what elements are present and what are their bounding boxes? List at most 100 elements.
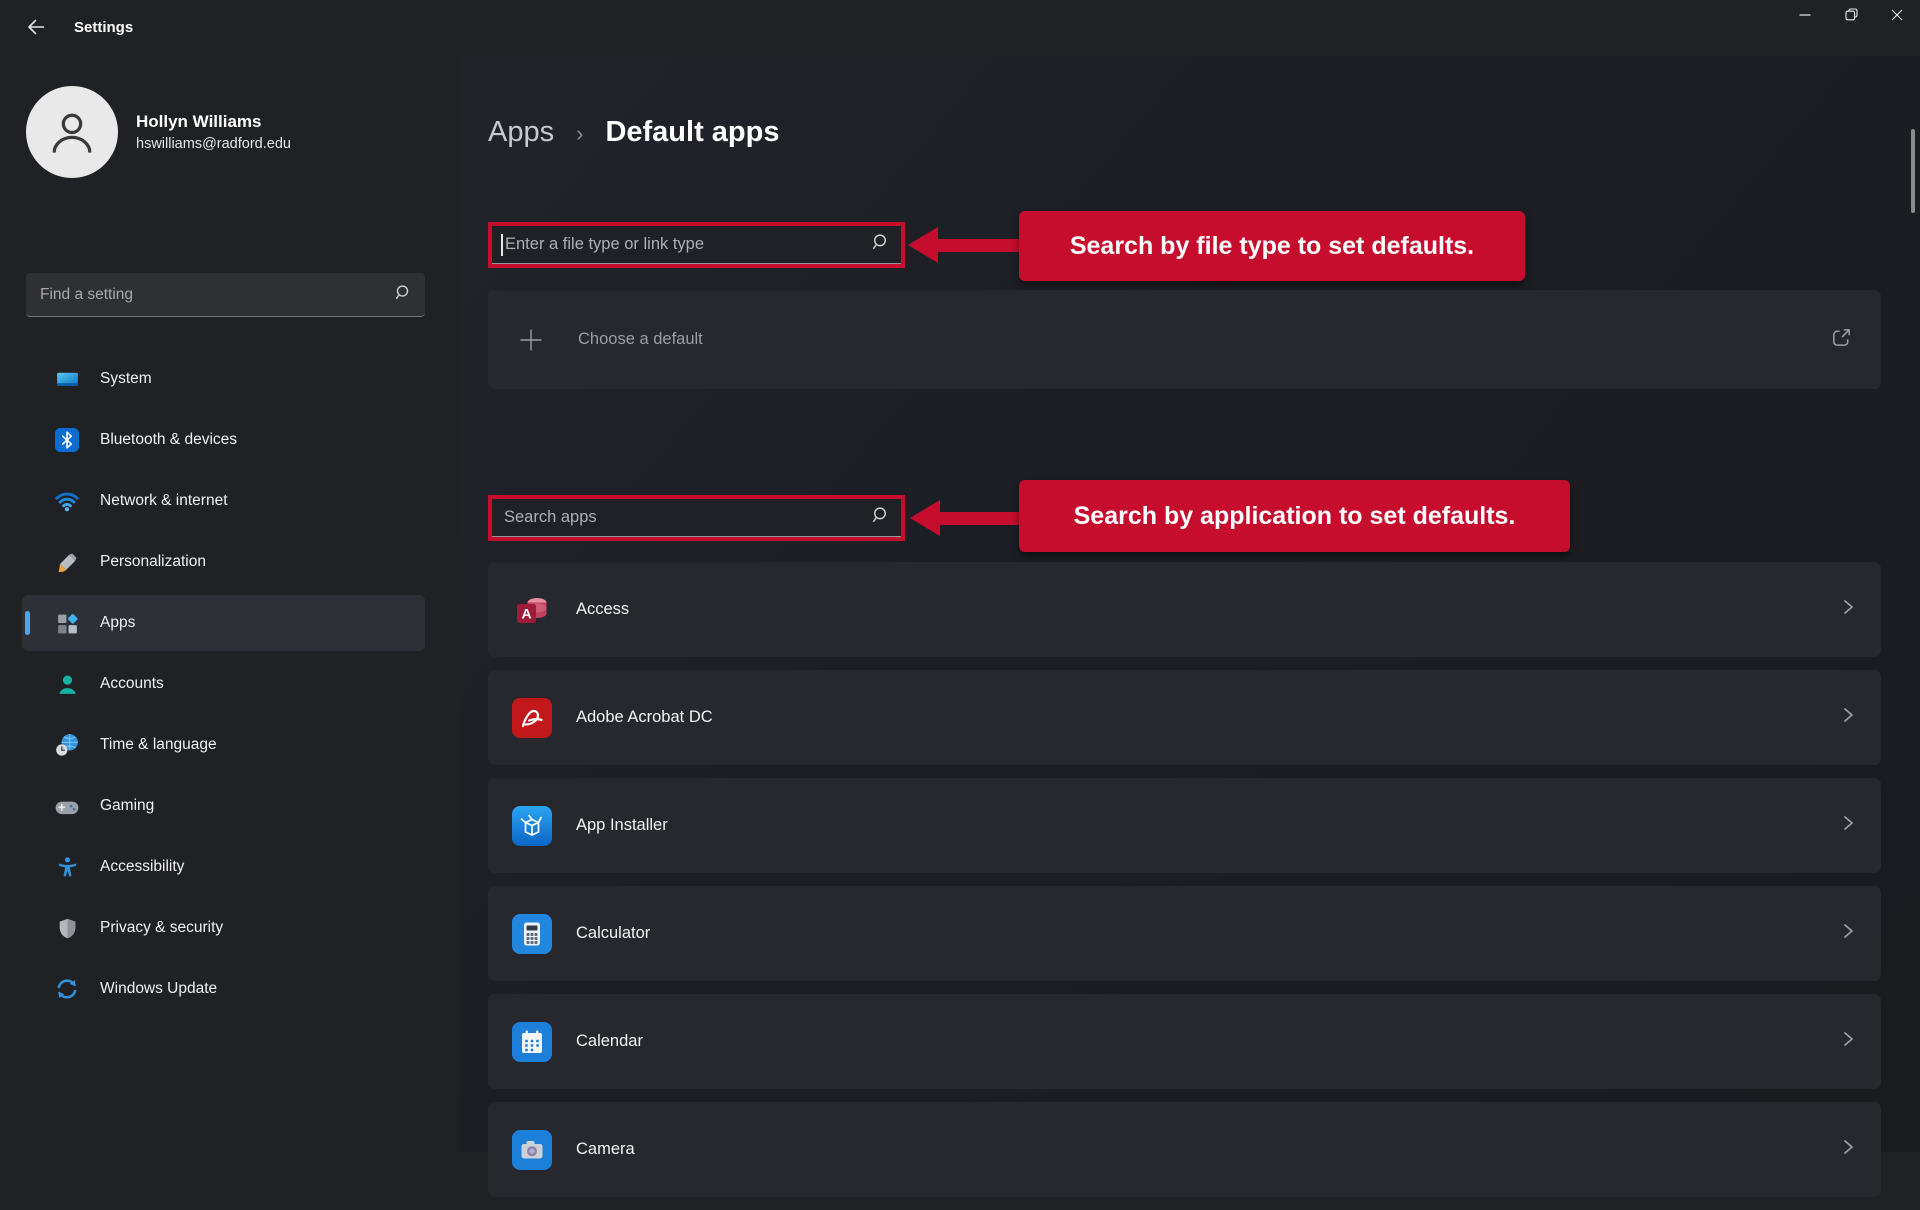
file-type-annotation-box: Enter a file type or link type: [488, 222, 905, 268]
minimize-icon: [1799, 8, 1811, 26]
sidebar-item-label: Bluetooth & devices: [100, 431, 237, 449]
app-search-annotation-label: Search by application to set defaults.: [1019, 480, 1570, 552]
restore-button[interactable]: [1828, 0, 1874, 34]
file-type-annotation-label: Search by file type to set defaults.: [1019, 211, 1525, 281]
app-search-input[interactable]: Search apps: [492, 499, 901, 537]
app-name: Access: [576, 600, 1839, 619]
accounts-icon: [54, 671, 80, 697]
chevron-right-icon: [1839, 1030, 1857, 1053]
app-installer-app-icon: [512, 806, 552, 846]
breadcrumb: Apps › Default apps: [488, 116, 779, 149]
time-language-icon: [54, 732, 80, 758]
choose-a-default-label: Choose a default: [578, 330, 1830, 349]
sidebar-item-label: Personalization: [100, 553, 206, 571]
app-row-camera[interactable]: Camera: [488, 1102, 1881, 1197]
chevron-right-icon: [1839, 1138, 1857, 1161]
back-arrow-icon: [26, 17, 46, 42]
app-name: Calendar: [576, 1032, 1839, 1051]
sidebar-item-gaming[interactable]: Gaming: [22, 778, 425, 834]
calculator-app-icon: [512, 914, 552, 954]
apps-icon: [54, 610, 80, 636]
network-icon: [54, 488, 80, 514]
back-button[interactable]: [16, 14, 56, 44]
titlebar: Settings: [0, 0, 1920, 56]
privacy-icon: [54, 915, 80, 941]
settings-sidebar: Hollyn Williams hswilliams@radford.edu F…: [0, 56, 460, 1152]
restore-icon: [1845, 8, 1858, 26]
app-name: Calculator: [576, 924, 1839, 943]
app-row-access[interactable]: A Access: [488, 562, 1881, 657]
gaming-icon: [54, 793, 80, 819]
arrow-left-icon: [908, 227, 938, 263]
bluetooth-icon: [54, 427, 80, 453]
window-title: Settings: [74, 0, 133, 56]
app-search-annotation-box: Search apps: [488, 495, 905, 541]
search-icon: [871, 233, 889, 256]
sidebar-item-label: Time & language: [100, 736, 217, 754]
choose-a-default-button[interactable]: Choose a default: [488, 290, 1881, 389]
sidebar-item-label: Windows Update: [100, 980, 217, 998]
chevron-right-icon: [1839, 922, 1857, 945]
sidebar-item-label: Apps: [100, 614, 135, 632]
app-row-calculator[interactable]: Calculator: [488, 886, 1881, 981]
sidebar-item-bluetooth-devices[interactable]: Bluetooth & devices: [22, 412, 425, 468]
search-icon: [871, 506, 889, 529]
breadcrumb-separator-icon: ›: [576, 121, 583, 147]
sidebar-item-windows-update[interactable]: Windows Update: [22, 961, 425, 1017]
app-name: Adobe Acrobat DC: [576, 708, 1839, 727]
app-row-calendar[interactable]: Calendar: [488, 994, 1881, 1089]
chevron-right-icon: [1839, 706, 1857, 729]
page-title: Default apps: [605, 116, 779, 149]
close-icon: [1891, 8, 1903, 26]
svg-text:A: A: [521, 605, 531, 621]
file-type-search-placeholder: Enter a file type or link type: [504, 235, 871, 254]
plus-icon: [516, 325, 546, 355]
open-external-icon: [1830, 326, 1853, 354]
sidebar-item-accounts[interactable]: Accounts: [22, 656, 425, 712]
sidebar-item-system[interactable]: System: [22, 351, 425, 407]
app-row-app-installer[interactable]: App Installer: [488, 778, 1881, 873]
camera-app-icon: [512, 1130, 552, 1170]
search-icon: [394, 284, 411, 306]
sidebar-item-label: System: [100, 370, 152, 388]
sidebar-nav: System Bluetooth & devices Network & int…: [22, 351, 425, 1022]
personalization-icon: [54, 549, 80, 575]
arrow-left-icon: [910, 500, 940, 536]
system-icon: [54, 366, 80, 392]
default-apps-page: Apps › Default apps Set a default for a …: [460, 56, 1920, 1152]
user-email: hswilliams@radford.edu: [136, 134, 291, 154]
find-a-setting-placeholder: Find a setting: [40, 286, 394, 304]
chevron-right-icon: [1839, 598, 1857, 621]
sidebar-item-time-language[interactable]: Time & language: [22, 717, 425, 773]
access-app-icon: A: [512, 590, 552, 630]
accessibility-icon: [54, 854, 80, 880]
avatar: [26, 86, 118, 178]
sidebar-item-personalization[interactable]: Personalization: [22, 534, 425, 590]
user-account-card[interactable]: Hollyn Williams hswilliams@radford.edu: [26, 86, 291, 178]
app-row-adobe-acrobat-dc[interactable]: Adobe Acrobat DC: [488, 670, 1881, 765]
breadcrumb-apps[interactable]: Apps: [488, 116, 554, 149]
app-name: Camera: [576, 1140, 1839, 1159]
chevron-right-icon: [1839, 814, 1857, 837]
sidebar-item-label: Accessibility: [100, 858, 184, 876]
sidebar-item-label: Gaming: [100, 797, 154, 815]
acrobat-app-icon: [512, 698, 552, 738]
close-button[interactable]: [1874, 0, 1920, 34]
sidebar-item-network-internet[interactable]: Network & internet: [22, 473, 425, 529]
sidebar-item-apps[interactable]: Apps: [22, 595, 425, 651]
user-name: Hollyn Williams: [136, 110, 291, 134]
vertical-scrollbar[interactable]: [1911, 129, 1915, 213]
file-type-search-input[interactable]: Enter a file type or link type: [492, 226, 901, 264]
app-search-placeholder: Search apps: [504, 508, 871, 527]
text-caret: [501, 234, 503, 256]
default-apps-list: A Access Adobe Acrobat DC App Installer …: [488, 562, 1881, 1210]
app-name: App Installer: [576, 816, 1839, 835]
sidebar-item-accessibility[interactable]: Accessibility: [22, 839, 425, 895]
windows-update-icon: [54, 976, 80, 1002]
minimize-button[interactable]: [1782, 0, 1828, 34]
sidebar-item-privacy-security[interactable]: Privacy & security: [22, 900, 425, 956]
person-icon: [46, 106, 98, 158]
find-a-setting-input[interactable]: Find a setting: [26, 273, 425, 317]
sidebar-item-label: Network & internet: [100, 492, 228, 510]
sidebar-item-label: Privacy & security: [100, 919, 223, 937]
